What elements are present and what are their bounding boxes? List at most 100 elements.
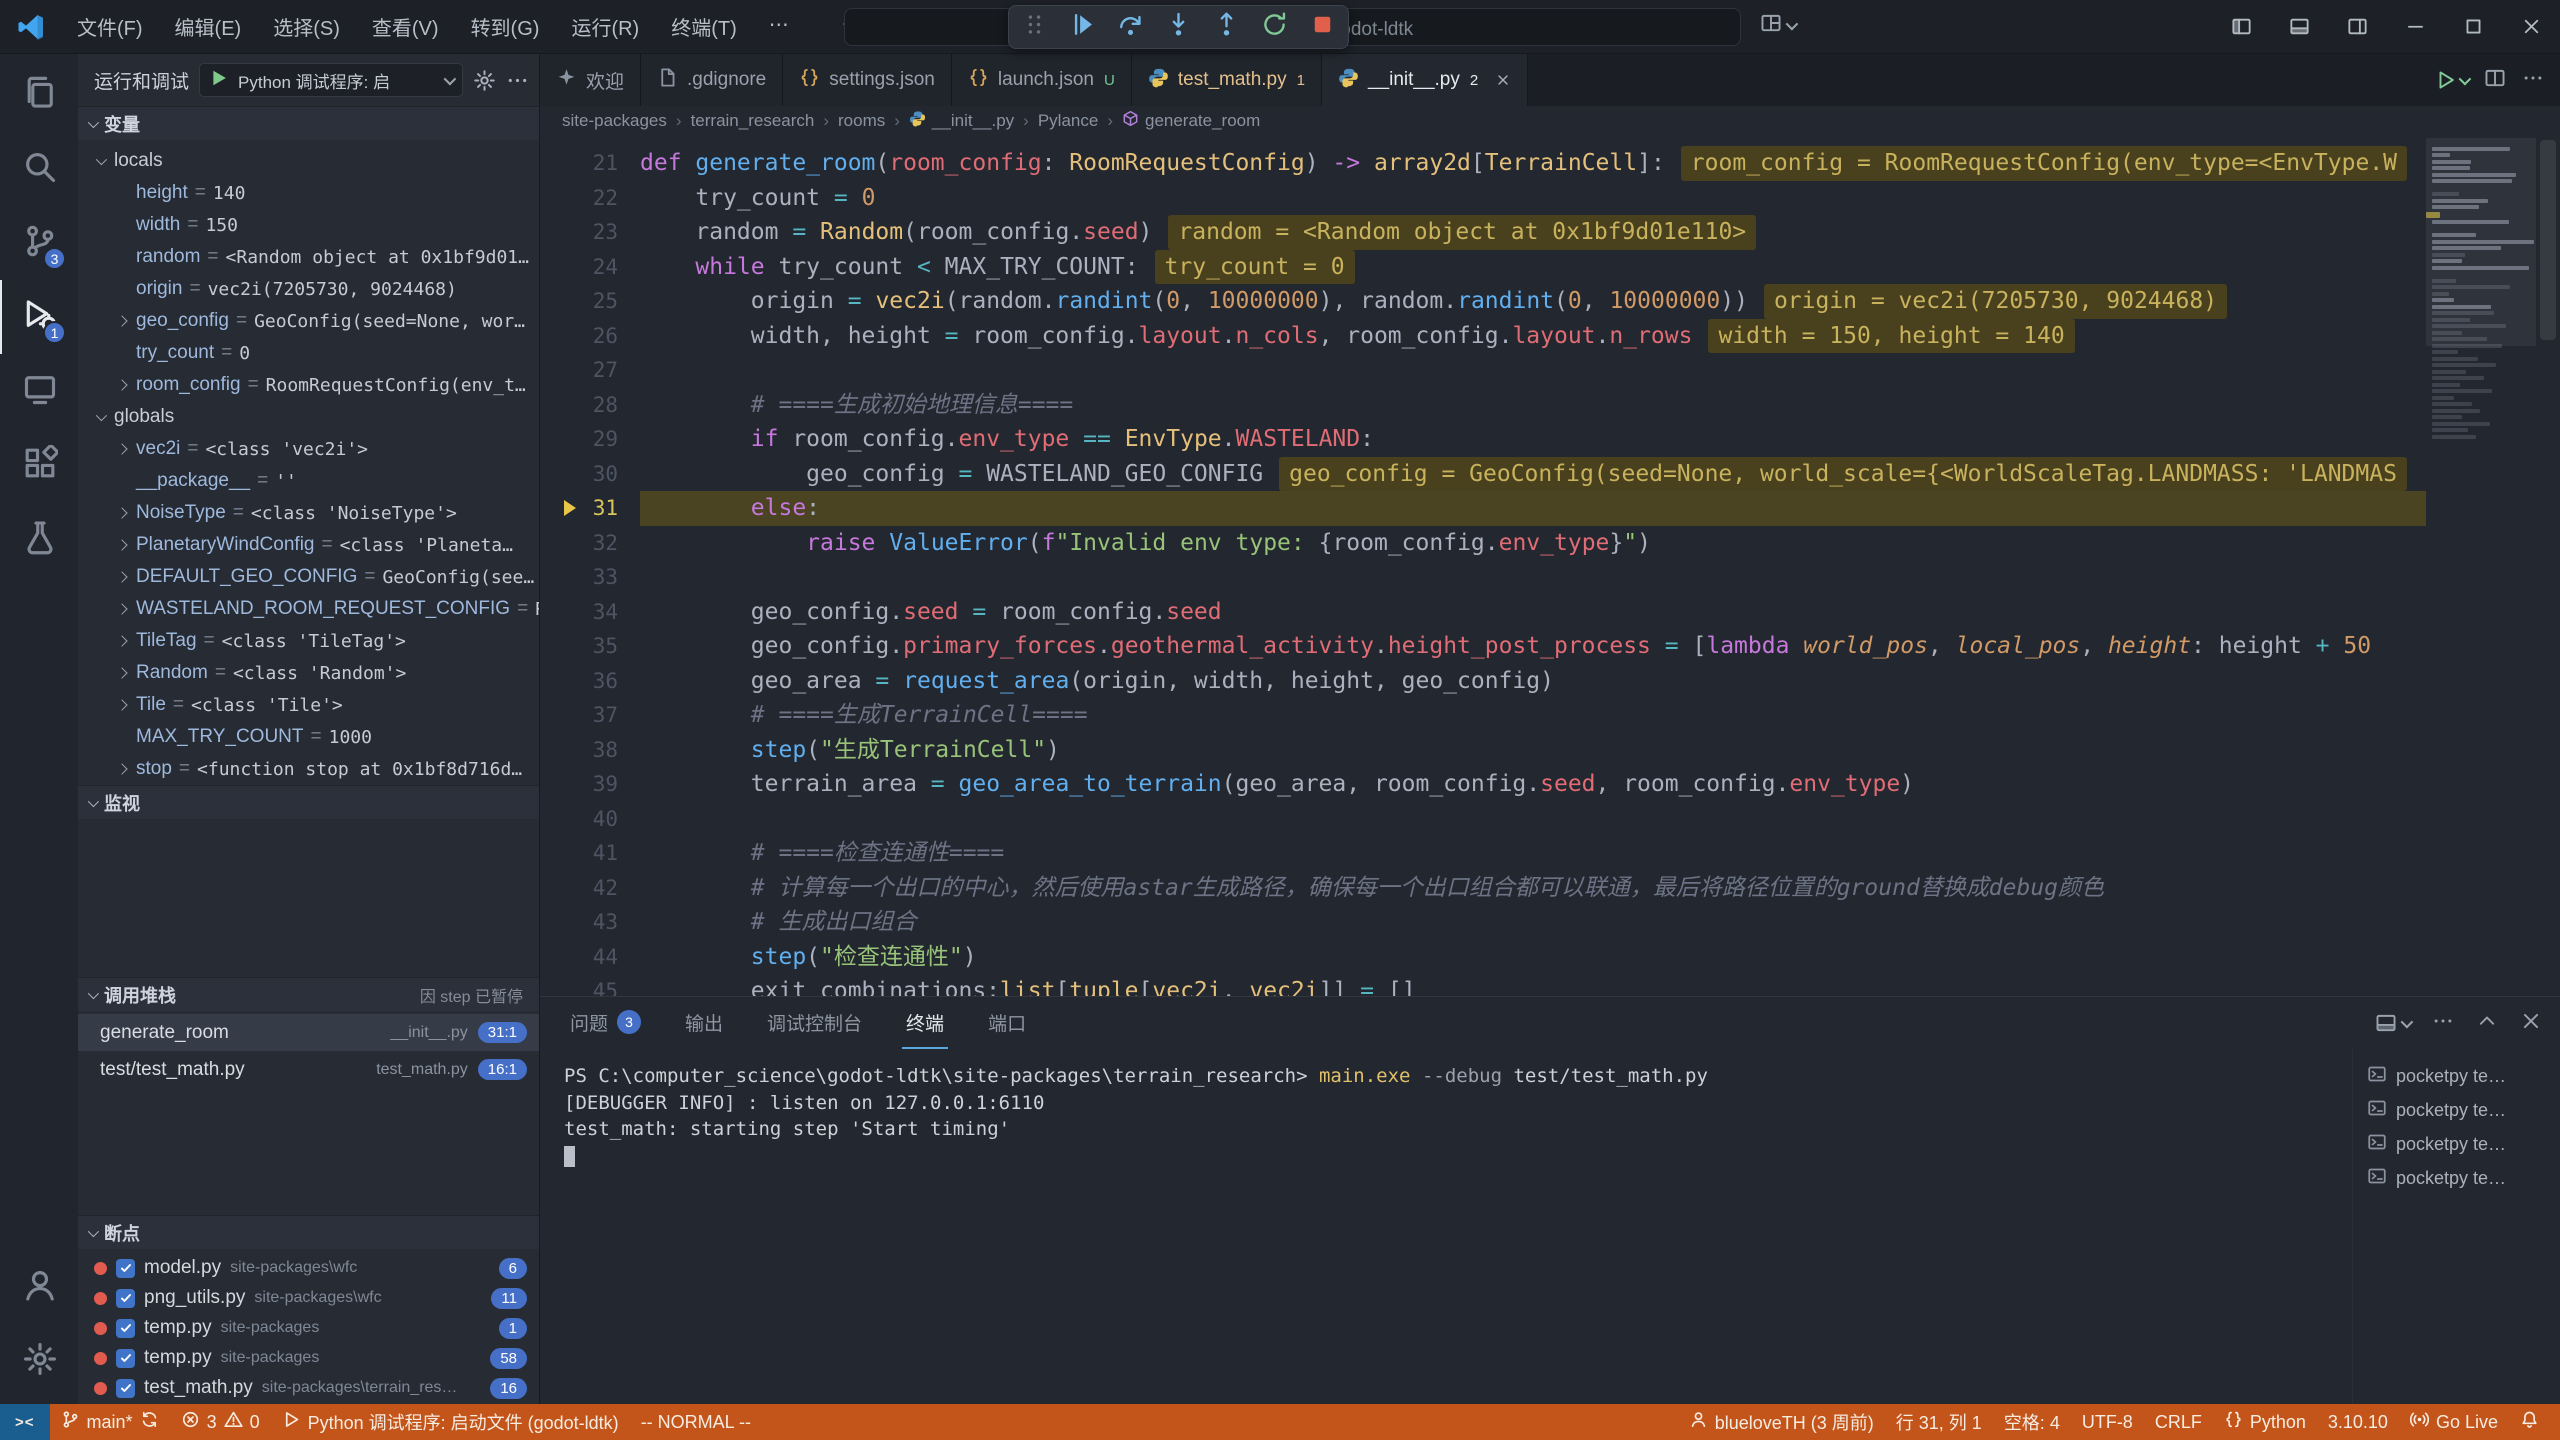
menu-R[interactable]: 运行(R) [556, 7, 654, 46]
code-line[interactable]: 41 # ====检查连通性==== [540, 836, 2426, 871]
breadcrumb-item[interactable]: rooms [838, 111, 885, 131]
breakpoint-row[interactable]: test_math.pysite-packages\terrain_res…16 [78, 1373, 539, 1403]
code-line[interactable]: 29 if room_config.env_type == EnvType.WA… [540, 422, 2426, 457]
run-file-button[interactable] [2435, 69, 2468, 91]
status-go-live[interactable]: Go Live [2399, 1404, 2509, 1440]
variable-row[interactable]: WASTELAND_ROOM_REQUEST_CONFIG=RoomR… [78, 593, 539, 625]
code-line[interactable]: 28 # ====生成初始地理信息==== [540, 388, 2426, 423]
code-line[interactable]: 37 # ====生成TerrainCell==== [540, 698, 2426, 733]
variable-row[interactable]: random=<Random object at 0x1bf9d01e… [78, 241, 539, 273]
toggle-sidebar-button[interactable] [2212, 0, 2270, 53]
minimize-button[interactable] [2386, 0, 2444, 53]
panel-tab-输出[interactable]: 输出 [681, 997, 727, 1049]
step-over-icon[interactable] [1117, 11, 1144, 43]
status-problems[interactable]: 30 [170, 1404, 271, 1440]
editor-scrollbar[interactable] [2536, 136, 2560, 996]
menu-T[interactable]: 终端(T) [656, 7, 752, 46]
panel-tab-问题[interactable]: 问题3 [566, 997, 645, 1049]
terminal-output[interactable]: PS C:\computer_science\godot-ldtk\site-p… [540, 1049, 2352, 1404]
menu-G[interactable]: 转到(G) [456, 7, 555, 46]
code-line[interactable]: 45 exit_combinations:list[tuple[vec2i, v… [540, 974, 2426, 996]
code-editor[interactable]: 21def generate_room(room_config: RoomReq… [540, 136, 2560, 996]
variable-scope-locals[interactable]: locals [78, 145, 539, 177]
status-git-blame[interactable]: blueloveTH (3 周前) [1678, 1404, 1885, 1440]
section-callstack-header[interactable]: 调用堆栈因 step 已暂停 [78, 977, 539, 1011]
code-line[interactable]: 25 origin = vec2i(random.randint(0, 1000… [540, 284, 2426, 319]
status-encoding[interactable]: UTF-8 [2071, 1404, 2144, 1440]
status-cursor-position[interactable]: 行 31, 列 1 [1885, 1404, 1993, 1440]
tab-settings.json[interactable]: settings.json [783, 54, 952, 106]
activity-testing[interactable] [0, 502, 78, 576]
step-out-icon[interactable] [1213, 11, 1240, 43]
code-line[interactable]: 33 [540, 560, 2426, 595]
panel-tab-终端[interactable]: 终端 [902, 997, 948, 1049]
variable-row[interactable]: stop=<function stop at 0x1bf8d716d… [78, 753, 539, 785]
variable-row[interactable]: Random=<class 'Random'> [78, 657, 539, 689]
remote-indicator[interactable]: >< [0, 1404, 50, 1440]
breakpoint-row[interactable]: png_utils.pysite-packages\wfc11 [78, 1283, 539, 1313]
code-content[interactable]: 21def generate_room(room_config: RoomReq… [540, 136, 2426, 996]
close-tab-icon[interactable] [1495, 72, 1511, 88]
restart-icon[interactable] [1261, 11, 1288, 43]
breadcrumb-item[interactable]: site-packages [562, 111, 667, 131]
launch-config-picker[interactable]: Python 调试程序: 启 [199, 63, 463, 97]
status-notifications[interactable] [2509, 1404, 2550, 1440]
breadcrumb-item[interactable]: generate_room [1122, 110, 1260, 132]
panel-layout-button[interactable] [2375, 1012, 2410, 1034]
status-git-branch[interactable]: main* [50, 1404, 170, 1440]
section-variables-header[interactable]: 变量 [78, 106, 539, 140]
code-line[interactable]: 36 geo_area = request_area(origin, width… [540, 664, 2426, 699]
tab-launch.json[interactable]: launch.jsonU [952, 54, 1132, 106]
tab-[interactable]: 欢迎 [540, 54, 641, 106]
code-line[interactable]: 24 while try_count < MAX_TRY_COUNT:try_c… [540, 250, 2426, 285]
breadcrumb-item[interactable]: terrain_research [691, 111, 815, 131]
breakpoint-checkbox[interactable] [116, 1319, 135, 1338]
breakpoint-row[interactable]: temp.pysite-packages1 [78, 1313, 539, 1343]
activity-account[interactable] [0, 1250, 78, 1324]
variable-row[interactable]: room_config=RoomRequestConfig(env_t… [78, 369, 539, 401]
code-line[interactable]: 38 step("生成TerrainCell") [540, 733, 2426, 768]
menu-E[interactable]: 编辑(E) [160, 7, 257, 46]
activity-files[interactable] [0, 58, 78, 132]
breakpoint-row[interactable]: model.pysite-packages\wfc6 [78, 1253, 539, 1283]
status-debug-status[interactable]: Python 调试程序: 启动文件 (godot-ldtk) [271, 1404, 630, 1440]
variable-row[interactable]: try_count=0 [78, 337, 539, 369]
section-watch-header[interactable]: 监视 [78, 785, 539, 819]
breadcrumb-item[interactable]: __init__.py [909, 110, 1014, 132]
stack-frame[interactable]: test/test_math.pytest_math.py16:1 [78, 1051, 539, 1088]
status-indentation[interactable]: 空格: 4 [1993, 1404, 2071, 1440]
variable-row[interactable]: geo_config=GeoConfig(seed=None, wor… [78, 305, 539, 337]
start-debug-icon[interactable] [209, 68, 229, 93]
activity-debug[interactable]: 1 [0, 280, 78, 354]
activity-source-control[interactable]: 3 [0, 206, 78, 280]
terminal-instance[interactable]: pocketpy te… [2353, 1127, 2560, 1161]
toggle-panel-button[interactable] [2270, 0, 2328, 53]
code-line[interactable]: 22 try_count = 0 [540, 181, 2426, 216]
toggle-secondary-sidebar-button[interactable] [2328, 0, 2386, 53]
code-line[interactable]: 31 else: [540, 491, 2426, 526]
panel-tab-调试控制台[interactable]: 调试控制台 [763, 997, 866, 1049]
menu-V[interactable]: 查看(V) [357, 7, 454, 46]
editor-more-icon[interactable] [2522, 67, 2544, 94]
code-line[interactable]: 42 # 计算每一个出口的中心，然后使用astar生成路径，确保每一个出口组合都… [540, 871, 2426, 906]
code-line[interactable]: 30 geo_config = WASTELAND_GEO_CONFIGgeo_… [540, 457, 2426, 492]
activity-gear[interactable] [0, 1324, 78, 1398]
panel-more-icon[interactable] [2432, 1010, 2454, 1037]
maximize-button[interactable] [2444, 0, 2502, 53]
variable-row[interactable]: PlanetaryWindConfig=<class 'Planeta… [78, 529, 539, 561]
minimap[interactable] [2426, 136, 2536, 996]
code-line[interactable]: 43 # 生成出口组合 [540, 905, 2426, 940]
more-actions-icon[interactable] [506, 69, 529, 92]
gear-icon[interactable] [473, 69, 496, 92]
variable-row[interactable]: TileTag=<class 'TileTag'> [78, 625, 539, 657]
variable-row[interactable]: origin=vec2i(7205730, 9024468) [78, 273, 539, 305]
variable-row[interactable]: Tile=<class 'Tile'> [78, 689, 539, 721]
variable-scope-globals[interactable]: globals [78, 401, 539, 433]
code-line[interactable]: 21def generate_room(room_config: RoomReq… [540, 146, 2426, 181]
new-window-button[interactable] [1760, 12, 1795, 39]
menu-F[interactable]: 文件(F) [62, 7, 158, 46]
code-line[interactable]: 44 step("检查连通性") [540, 940, 2426, 975]
terminal-instance[interactable]: pocketpy te… [2353, 1059, 2560, 1093]
menu-[interactable]: ⋯ [754, 7, 804, 46]
terminal-instance[interactable]: pocketpy te… [2353, 1161, 2560, 1195]
